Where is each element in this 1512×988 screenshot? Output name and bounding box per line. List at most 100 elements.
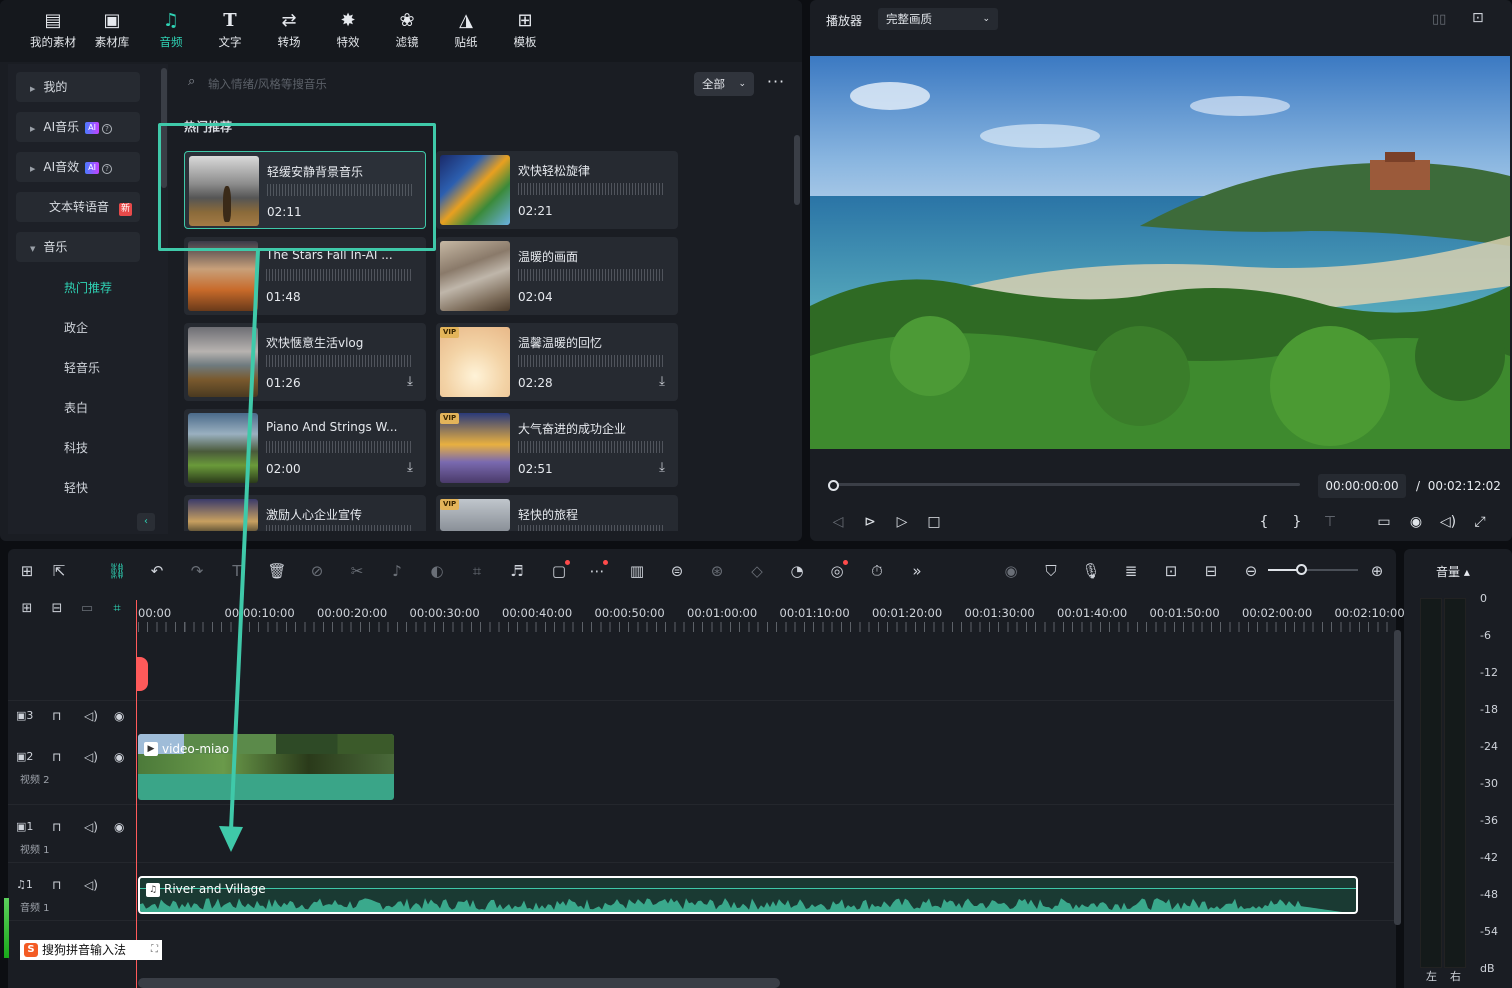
download-icon[interactable]: ⤓ bbox=[404, 461, 416, 475]
download-icon[interactable]: ⤓ bbox=[656, 461, 668, 475]
tab-my-media[interactable]: ▤ 我的素材 bbox=[24, 8, 82, 58]
display-icon[interactable]: ▭ bbox=[1374, 512, 1394, 532]
link-icon[interactable]: ⛓ bbox=[106, 560, 128, 582]
eye-icon[interactable]: ◉ bbox=[114, 709, 124, 723]
sidebar-item-ai-music[interactable]: ▶ AI音乐 AI? bbox=[16, 112, 140, 142]
eye-icon[interactable]: ◉ bbox=[114, 750, 124, 764]
speed-icon[interactable]: ◔ bbox=[786, 560, 808, 582]
sidebar-sub-upbeat[interactable]: 轻快 bbox=[64, 479, 88, 496]
insert-icon[interactable]: ⊤ bbox=[1320, 512, 1340, 532]
keyframe-icon[interactable]: ⋯ bbox=[586, 560, 608, 582]
tab-stock-media[interactable]: ▣ 素材库 bbox=[83, 8, 141, 58]
music-card[interactable]: VIP 温馨温暖的回忆 02:28 ⤓ bbox=[436, 323, 678, 401]
tab-effects[interactable]: ✸ 特效 bbox=[319, 8, 377, 58]
tab-transition[interactable]: ⇄ 转场 bbox=[260, 8, 318, 58]
undo-icon[interactable]: ↶ bbox=[146, 560, 168, 582]
mark-out-icon[interactable]: } bbox=[1287, 512, 1307, 532]
add-track-icon[interactable]: ⊞ bbox=[16, 598, 38, 620]
tab-filter[interactable]: ❀ 滤镜 bbox=[378, 8, 436, 58]
scissors-icon[interactable]: ✂ bbox=[346, 560, 368, 582]
music-card[interactable]: 欢快轻松旋律 02:21 bbox=[436, 151, 678, 229]
sidebar-item-ai-sfx[interactable]: ▶ AI音效 AI? bbox=[16, 152, 140, 182]
subtitle-icon[interactable]: ⊜ bbox=[666, 560, 688, 582]
music-card[interactable]: 温暖的画面 02:04 bbox=[436, 237, 678, 315]
text-tool-icon[interactable]: T bbox=[226, 560, 248, 582]
microphone-icon[interactable]: 🎙 bbox=[1080, 560, 1102, 582]
delete-icon[interactable]: 🗑 bbox=[266, 560, 288, 582]
redo-icon[interactable]: ↷ bbox=[186, 560, 208, 582]
sidebar-sub-hot[interactable]: 热门推荐 bbox=[64, 279, 112, 296]
voice-icon[interactable]: ⊛ bbox=[706, 560, 728, 582]
ai-cut-icon[interactable]: ⊘ bbox=[306, 560, 328, 582]
crop-icon[interactable]: ⌗ bbox=[466, 560, 488, 582]
collapse-sidebar-button[interactable]: ‹ bbox=[137, 513, 155, 531]
lock-icon[interactable]: ⊓ bbox=[52, 878, 61, 892]
fit-icon[interactable]: ⊟ bbox=[1200, 560, 1222, 582]
snapshot-icon[interactable]: ◉ bbox=[1406, 512, 1426, 532]
zoom-in-icon[interactable]: ⊕ bbox=[1366, 560, 1388, 582]
mute-icon[interactable]: ◁) bbox=[84, 878, 98, 892]
download-icon[interactable]: ⤓ bbox=[404, 375, 416, 389]
tab-sticker[interactable]: ◮ 贴纸 bbox=[437, 8, 495, 58]
current-time[interactable]: 00:00:00:00 bbox=[1318, 474, 1406, 498]
sidebar-sub-gov[interactable]: 政企 bbox=[64, 319, 88, 336]
render-icon[interactable]: ◉ bbox=[1000, 560, 1022, 582]
color-icon[interactable]: ◐ bbox=[426, 560, 448, 582]
video-clip[interactable]: video-miao ▶ bbox=[138, 734, 394, 800]
mask-icon[interactable]: ◇ bbox=[746, 560, 768, 582]
help-icon[interactable]: ? bbox=[101, 124, 112, 134]
playback-scrubber[interactable] bbox=[828, 483, 1300, 486]
zoom-out-icon[interactable]: ⊖ bbox=[1240, 560, 1262, 582]
music-card[interactable]: VIP 轻快的旅程 bbox=[436, 495, 678, 531]
prev-frame-icon[interactable]: ◁ bbox=[828, 512, 848, 532]
quality-dropdown[interactable]: 完整画质 ⌄ bbox=[878, 8, 998, 30]
music-card[interactable]: 激励人心企业宣传 bbox=[184, 495, 426, 531]
layout-grid-icon[interactable]: ⊞ bbox=[16, 560, 38, 582]
video-preview[interactable] bbox=[810, 56, 1510, 449]
audio-mix-icon[interactable]: ≣ bbox=[1120, 560, 1142, 582]
mute-icon[interactable]: ◁) bbox=[84, 820, 98, 834]
mute-icon[interactable]: ◁) bbox=[84, 709, 98, 723]
audio-split-icon[interactable]: ♪ bbox=[386, 560, 408, 582]
lock-icon[interactable]: ⊓ bbox=[52, 750, 61, 764]
select-tool-icon[interactable]: ⇱ bbox=[48, 560, 70, 582]
timer-icon[interactable]: ⏱ bbox=[866, 560, 888, 582]
music-card[interactable]: Piano And Strings W... 02:00 ⤓ bbox=[184, 409, 426, 487]
link-track-icon[interactable]: ⊟ bbox=[46, 598, 68, 620]
filter-dropdown[interactable]: 全部 ⌄ bbox=[694, 72, 754, 96]
search-input[interactable] bbox=[208, 72, 668, 96]
sidebar-sub-love[interactable]: 表白 bbox=[64, 399, 88, 416]
lock-icon[interactable]: ⊓ bbox=[52, 709, 61, 723]
tab-template[interactable]: ⊞ 模板 bbox=[496, 8, 554, 58]
snap-icon[interactable]: ⌗ bbox=[106, 598, 128, 620]
play-icon[interactable]: ▷ bbox=[892, 512, 912, 532]
playhead-handle[interactable] bbox=[136, 657, 148, 691]
sidebar-item-music[interactable]: ▼ 音乐 bbox=[16, 232, 140, 262]
sidebar-item-mine[interactable]: ▶ 我的 bbox=[16, 72, 140, 102]
ime-expand-icon[interactable]: ⛶ bbox=[151, 940, 158, 960]
ime-toolbar[interactable]: S 搜狗拼音输入法 ⛶ bbox=[20, 940, 162, 960]
eye-icon[interactable]: ◉ bbox=[114, 820, 124, 834]
marker-icon[interactable]: ⛉ bbox=[1040, 560, 1062, 582]
tab-text[interactable]: T 文字 bbox=[201, 8, 259, 58]
download-icon[interactable]: ⤓ bbox=[656, 375, 668, 389]
timeline-vertical-scrollbar[interactable] bbox=[1394, 630, 1401, 925]
timeline-horizontal-scrollbar[interactable] bbox=[138, 978, 780, 988]
music-card[interactable]: VIP 大气奋进的成功企业 02:51 ⤓ bbox=[436, 409, 678, 487]
audio-clip[interactable]: ♫ River and Village bbox=[138, 876, 1358, 914]
scrubber-handle[interactable] bbox=[828, 480, 839, 491]
lock-icon[interactable]: ⊓ bbox=[52, 820, 61, 834]
group-icon[interactable]: ▭ bbox=[76, 598, 98, 620]
pip-icon[interactable]: ⊡ bbox=[1160, 560, 1182, 582]
fullscreen-icon[interactable]: ⤢ bbox=[1470, 512, 1490, 532]
stop-icon[interactable]: □ bbox=[924, 512, 944, 532]
sidebar-sub-tech[interactable]: 科技 bbox=[64, 439, 88, 456]
beat-icon[interactable]: ♬ bbox=[506, 560, 528, 582]
mute-icon[interactable]: ◁) bbox=[84, 750, 98, 764]
help-icon[interactable]: ? bbox=[101, 164, 112, 174]
more-options-button[interactable]: ··· bbox=[764, 72, 788, 96]
volume-icon[interactable]: ◁) bbox=[1438, 512, 1458, 532]
layout-icon[interactable]: ▯▯ bbox=[1432, 12, 1446, 27]
step-play-icon[interactable]: ⊳ bbox=[860, 512, 880, 532]
sidebar-item-tts[interactable]: 文本转语音新 bbox=[16, 192, 140, 222]
